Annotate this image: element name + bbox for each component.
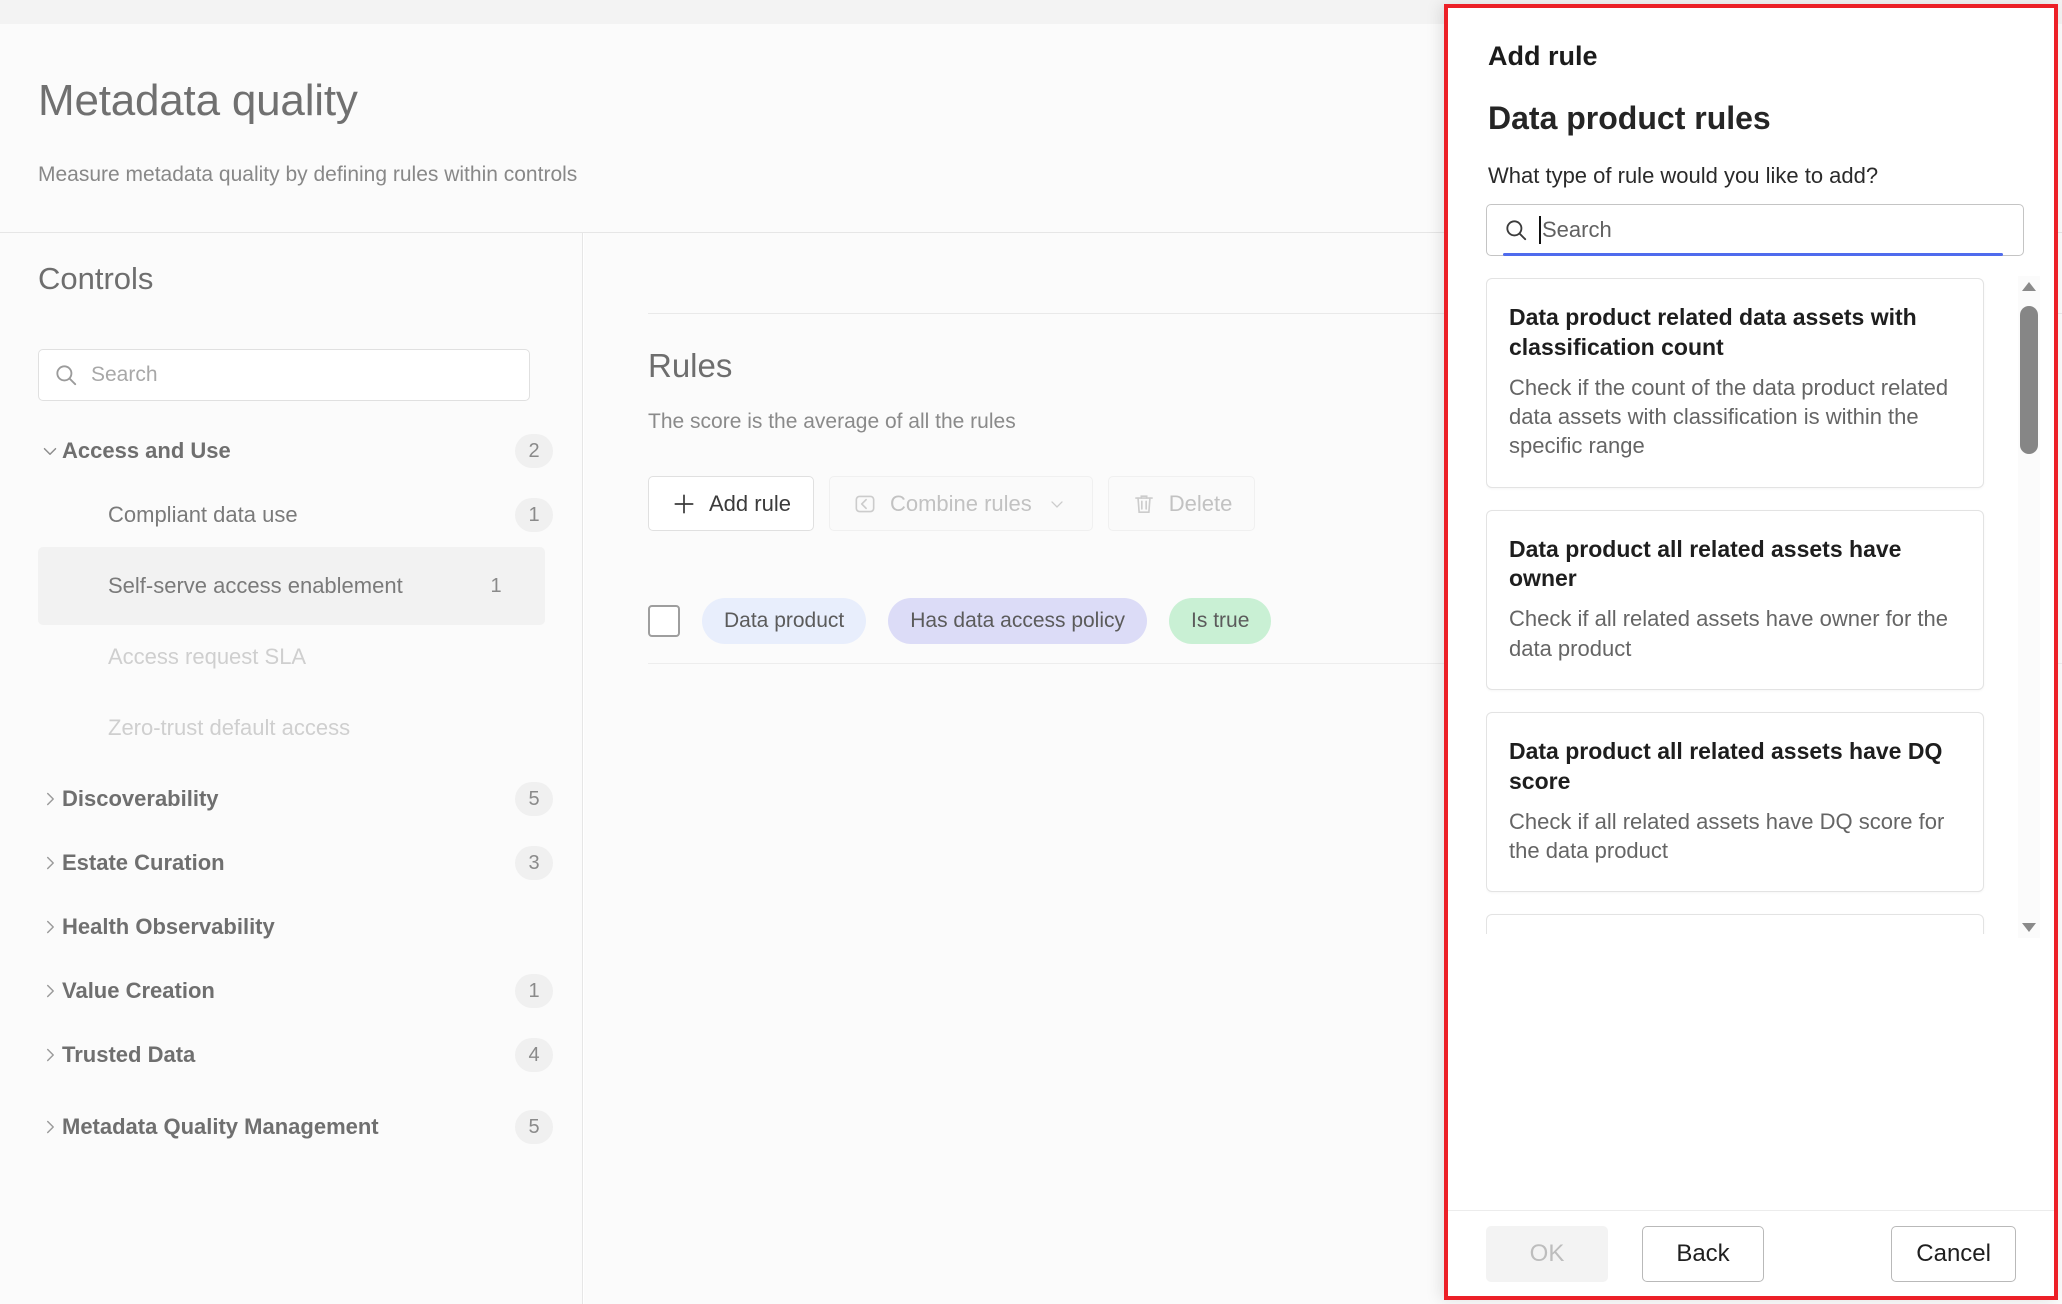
sidebar-item-label: Value Creation <box>62 978 215 1003</box>
back-button[interactable]: Back <box>1642 1225 1764 1282</box>
rule-type-card-description: Check if the count of the data product r… <box>1509 374 1949 459</box>
rules-title: Rules <box>648 347 733 384</box>
controls-nav: Access and Use 2 Compliant data use 1 Self-s… <box>0 419 583 1167</box>
panel-title: Data product rules <box>1488 100 1771 136</box>
sidebar-item-access-request-sla[interactable]: Access request SLA <box>0 625 583 689</box>
sidebar-item-label: Self-serve access enablement <box>108 573 403 599</box>
sidebar-item-zero-trust-default-access[interactable]: Zero-trust default access <box>0 689 583 767</box>
rule-type-card-title: Data product all related assets have DQ … <box>1509 737 1943 794</box>
rule-chip-entity[interactable]: Data product <box>702 597 867 644</box>
sidebar-item-label: Access request SLA <box>108 644 307 669</box>
sidebar-item-label: Compliant data use <box>108 502 298 527</box>
sidebar-item-count-badge: 1 <box>515 498 553 532</box>
rule-type-card-description: Check if all related assets have owner f… <box>1509 606 1949 661</box>
rule-row-checkbox[interactable] <box>648 604 680 637</box>
rule-type-card-title: Data product all related assets have own… <box>1509 535 1902 592</box>
sidebar-item-self-serve-access-enablement[interactable]: Self-serve access enablement 1 <box>38 547 545 625</box>
sidebar-item-label: Health Observability <box>62 914 275 939</box>
rule-type-card[interactable]: Data product related data assets with cl… <box>1486 278 1984 488</box>
sidebar-item-label: Discoverability <box>62 786 219 811</box>
panel-search-input[interactable]: Search <box>1486 204 2024 256</box>
chevron-down-icon <box>1044 491 1070 517</box>
trash-icon <box>1131 491 1157 517</box>
rules-subtitle: The score is the average of all the rule… <box>648 410 1016 433</box>
controls-search-placeholder: Search <box>91 363 158 386</box>
sidebar-item-count-badge: 1 <box>490 574 502 597</box>
sidebar-item-compliant-data-use[interactable]: Compliant data use 1 <box>0 483 583 547</box>
sidebar-item-count-badge: 1 <box>515 974 553 1008</box>
panel-footer: OK Back Cancel <box>1448 1210 2054 1296</box>
search-icon <box>53 362 79 388</box>
scroll-down-arrow-icon[interactable] <box>2018 916 2040 938</box>
rule-chip-operator[interactable]: Is true <box>1169 597 1272 644</box>
sidebar-item-label: Access and Use <box>62 438 231 463</box>
delete-label: Delete <box>1168 490 1233 516</box>
sidebar-item-access-and-use[interactable]: Access and Use 2 <box>0 419 583 483</box>
sidebar-item-metadata-quality-management[interactable]: Metadata Quality Management 5 <box>0 1087 583 1167</box>
panel-question: What type of rule would you like to add? <box>1488 163 1879 188</box>
controls-sidebar: Controls Search Access and Use 2 Compliant… <box>0 233 583 1304</box>
panel-search-focus-underline <box>1503 253 2003 256</box>
cancel-button[interactable]: Cancel <box>1891 1225 2016 1282</box>
rule-type-card-description: Check if all related assets have DQ scor… <box>1509 808 1945 863</box>
sidebar-item-count-badge: 3 <box>515 846 553 880</box>
rule-type-list: Data product related data assets with cl… <box>1486 278 2024 934</box>
rule-chip-property[interactable]: Has data access policy <box>888 597 1148 644</box>
rules-toolbar: Add rule Combine rules Delete <box>648 476 1256 531</box>
chevron-down-icon <box>38 440 62 462</box>
sidebar-item-label: Trusted Data <box>62 1042 196 1067</box>
sidebar-item-estate-curation[interactable]: Estate Curation 3 <box>0 831 583 895</box>
sidebar-item-health-observability[interactable]: Health Observability <box>0 895 583 959</box>
sidebar-item-label: Zero-trust default access <box>108 715 351 741</box>
scrollbar-thumb[interactable] <box>2020 306 2038 454</box>
plus-icon <box>671 491 697 517</box>
chevron-right-icon <box>38 916 62 938</box>
search-icon <box>1503 217 1529 243</box>
chevron-right-icon <box>38 1116 62 1138</box>
rule-type-card-title: Data product related data assets with cl… <box>1509 304 1917 360</box>
sidebar-item-count-badge: 4 <box>515 1038 553 1072</box>
add-rule-label: Add rule <box>709 490 791 516</box>
sidebar-item-trusted-data[interactable]: Trusted Data 4 <box>0 1023 583 1087</box>
rule-list-scrollbar[interactable] <box>2018 276 2040 938</box>
add-rule-button[interactable]: Add rule <box>648 476 814 531</box>
sidebar-item-count-badge: 2 <box>515 434 553 468</box>
add-rule-panel: Add rule Data product rules What type of… <box>1444 4 2058 1300</box>
scroll-up-arrow-icon[interactable] <box>2018 276 2040 298</box>
rule-type-card[interactable]: Data product business use lengthCheck if… <box>1486 914 1984 934</box>
chevron-right-icon <box>38 980 62 1002</box>
chevron-right-icon <box>38 1044 62 1066</box>
chevron-right-icon <box>38 788 62 810</box>
page-subtitle: Measure metadata quality by defining rul… <box>38 163 578 186</box>
ok-button[interactable]: OK <box>1486 1225 1608 1282</box>
panel-search-placeholder: Search <box>1542 217 1612 242</box>
sidebar-item-count-badge: 5 <box>515 1110 553 1144</box>
app-root: Metadata quality Measure metadata qualit… <box>0 0 2062 1304</box>
controls-search-input[interactable]: Search <box>38 349 530 401</box>
sidebar-item-discoverability[interactable]: Discoverability 5 <box>0 767 583 831</box>
sidebar-item-count-badge: 5 <box>515 782 553 816</box>
controls-title: Controls <box>38 261 154 296</box>
rule-type-card[interactable]: Data product all related assets have DQ … <box>1486 711 1984 893</box>
text-caret <box>1539 216 1541 244</box>
combine-rules-button[interactable]: Combine rules <box>828 476 1093 531</box>
sidebar-item-label: Metadata Quality Management <box>62 1114 379 1140</box>
rule-type-card[interactable]: Data product all related assets have own… <box>1486 509 1984 690</box>
combine-rules-label: Combine rules <box>889 490 1032 516</box>
sidebar-item-label: Estate Curation <box>62 850 225 875</box>
combine-icon <box>852 491 878 517</box>
panel-eyebrow-title: Add rule <box>1488 41 1598 71</box>
page-title: Metadata quality <box>38 76 358 125</box>
chevron-right-icon <box>38 852 62 874</box>
delete-button[interactable]: Delete <box>1107 476 1256 531</box>
sidebar-item-value-creation[interactable]: Value Creation 1 <box>0 959 583 1023</box>
